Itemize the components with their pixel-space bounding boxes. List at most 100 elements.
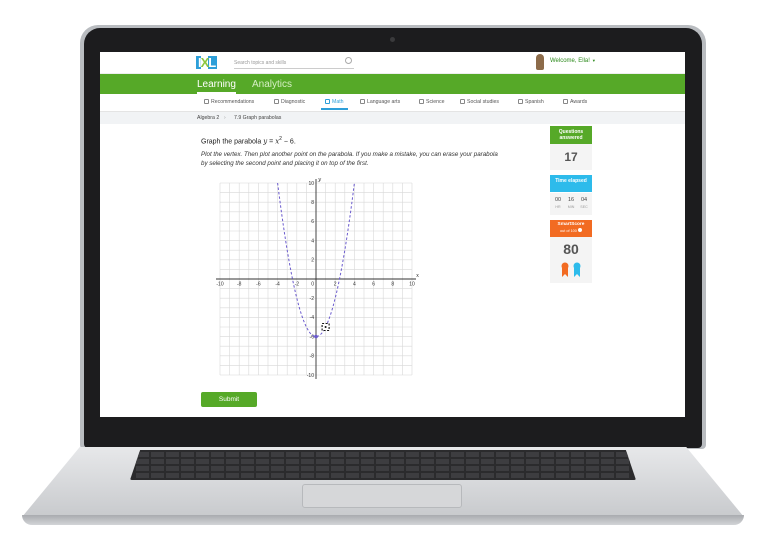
- x-tick-label: -10: [216, 282, 223, 288]
- x-tick-label: -6: [256, 282, 261, 288]
- subnav-language-arts[interactable]: Language arts: [360, 99, 400, 105]
- recommendations-icon: [204, 99, 209, 105]
- tab-analytics[interactable]: Analytics: [252, 79, 292, 90]
- tab-learning[interactable]: Learning: [197, 79, 236, 94]
- timer-minutes-unit: MIN: [567, 205, 575, 209]
- keyboard: [130, 450, 636, 480]
- x-tick-label: -4: [275, 282, 280, 288]
- subnav-label: Spanish: [525, 99, 544, 105]
- question-prefix: Graph the parabola: [201, 138, 264, 146]
- smartscore-box: 80: [550, 237, 592, 283]
- timer-hours: 00 HR: [552, 197, 564, 209]
- subnav-label: Social studies: [467, 99, 500, 105]
- social-studies-icon: [460, 99, 465, 105]
- y-tick-label: -2: [310, 296, 315, 302]
- x-axis-label: x: [416, 273, 420, 279]
- subnav-label: Science: [426, 99, 445, 105]
- subnav-diagnostic[interactable]: Diagnostic: [274, 99, 305, 105]
- laptop-scene: IXL Search topics and skills Welcome, El…: [0, 0, 768, 548]
- timer: 00 HR 16 MIN 04 SEC: [550, 193, 592, 215]
- y-tick-label: 2: [311, 258, 314, 264]
- info-icon[interactable]: [577, 228, 582, 232]
- breadcrumb: Algebra 2 › 7.9 Graph parabolas: [100, 112, 685, 124]
- subnav-recommendations[interactable]: Recommendations: [204, 99, 254, 105]
- subnav-spanish[interactable]: Spanish: [518, 99, 544, 105]
- y-tick-label: 6: [311, 219, 314, 225]
- move-cursor-icon: [321, 322, 330, 332]
- key-row: [136, 459, 630, 464]
- submit-button[interactable]: Submit: [201, 392, 257, 407]
- subnav-label: Awards: [570, 99, 588, 105]
- x-tick-label: 2: [334, 282, 337, 288]
- breadcrumb-skill: 7.9 Graph parabolas: [234, 115, 282, 121]
- y-tick-label: -6: [310, 334, 315, 340]
- smartscore-subtitle: out of 100: [560, 229, 577, 233]
- questions-answered-value: 17: [550, 144, 592, 170]
- timer-minutes: 16 MIN: [565, 197, 577, 209]
- timer-hours-unit: HR: [555, 205, 561, 209]
- origin-label: 0: [311, 282, 314, 288]
- subject-nav: Recommendations Diagnostic Math Language…: [100, 94, 685, 112]
- timer-seconds-value: 04: [580, 197, 588, 203]
- orange-ribbon-icon: [561, 262, 569, 277]
- smartscore-label: SmartScore out of 100: [550, 220, 592, 237]
- laptop-base: [22, 447, 744, 529]
- subnav-label: Diagnostic: [281, 99, 306, 105]
- spanish-icon: [518, 99, 523, 105]
- main-nav: Learning Analytics: [100, 74, 685, 94]
- language-arts-icon: [360, 99, 365, 105]
- instructions: Plot the vertex. Then plot another point…: [201, 151, 498, 167]
- y-tick-label: 4: [311, 238, 314, 244]
- x-tick-label: 4: [353, 282, 356, 288]
- timer-seconds: 04 SEC: [578, 197, 590, 209]
- key-row: [136, 473, 630, 478]
- question-text: Graph the parabola y = x2 − 6.: [201, 136, 296, 145]
- screen: IXL Search topics and skills Welcome, El…: [100, 52, 685, 417]
- x-tick-label: 10: [409, 282, 415, 288]
- laptop-lip: [22, 515, 744, 525]
- avatar[interactable]: [536, 54, 544, 70]
- subnav-math[interactable]: Math: [321, 99, 348, 110]
- x-tick-label: 6: [372, 282, 375, 288]
- x-tick-label: -2: [295, 282, 300, 288]
- y-tick-label: -8: [310, 354, 315, 360]
- search-icon[interactable]: [345, 57, 352, 64]
- coordinate-graph[interactable]: -10 -8 -6 -4 -2 2 4 6 8 10 10 8 6 4 2 -2 -4 -6 -8 -10 0 x y: [212, 175, 420, 383]
- camera-icon: [390, 37, 395, 42]
- y-tick-label: 8: [311, 200, 314, 206]
- x-tick-label: 8: [391, 282, 394, 288]
- timer-seconds-unit: SEC: [580, 205, 588, 209]
- equation-rest: − 6.: [281, 138, 296, 146]
- blue-ribbon-icon: [573, 262, 581, 277]
- y-tick-label: -10: [307, 373, 314, 379]
- awards-icon: [563, 99, 568, 105]
- y-tick-label: 10: [308, 181, 314, 187]
- y-axis-label: y: [317, 177, 322, 183]
- breadcrumb-separator-icon: ›: [224, 115, 226, 121]
- diagnostic-icon: [274, 99, 279, 105]
- questions-answered-label: Questions answered: [550, 126, 592, 144]
- subnav-label: Math: [332, 99, 344, 105]
- subnav-social-studies[interactable]: Social studies: [460, 99, 499, 105]
- time-elapsed-label: Time elapsed: [550, 175, 592, 192]
- trackpad: [302, 484, 462, 508]
- key-row: [136, 452, 630, 457]
- subnav-science[interactable]: Science: [419, 99, 444, 105]
- ixl-logo[interactable]: IXL: [196, 55, 218, 70]
- top-bar: IXL Search topics and skills Welcome, El…: [100, 52, 685, 74]
- key-row: [136, 466, 630, 471]
- welcome-menu[interactable]: Welcome, Ella!: [550, 58, 596, 64]
- subnav-label: Language arts: [367, 99, 401, 105]
- smartscore-value: 80: [563, 241, 579, 257]
- search-input[interactable]: Search topics and skills: [234, 57, 354, 69]
- x-tick-label: -8: [237, 282, 242, 288]
- subnav-label: Recommendations: [211, 99, 255, 105]
- timer-hours-value: 00: [554, 197, 562, 203]
- vertex-point: [314, 334, 318, 339]
- science-icon: [419, 99, 424, 105]
- breadcrumb-course[interactable]: Algebra 2: [197, 115, 219, 121]
- subnav-awards[interactable]: Awards: [563, 99, 587, 105]
- math-icon: [325, 99, 330, 105]
- y-tick-label: -4: [310, 315, 315, 321]
- timer-minutes-value: 16: [567, 197, 575, 203]
